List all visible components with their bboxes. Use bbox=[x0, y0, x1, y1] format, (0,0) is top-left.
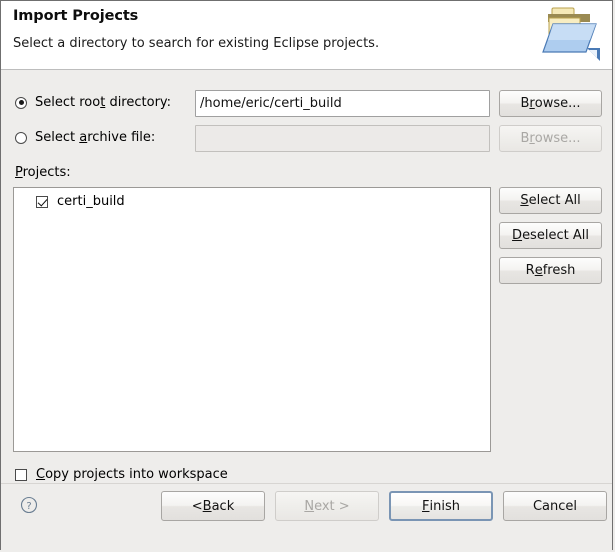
dialog-footer: ? < Back Next > Finish Cancel bbox=[1, 483, 612, 550]
page-title: Import Projects bbox=[13, 8, 138, 24]
projects-side-buttons: Select All Deselect All Refresh bbox=[499, 187, 602, 292]
radio-select-root-directory[interactable]: Select root directory: bbox=[15, 95, 171, 110]
svg-text:?: ? bbox=[26, 501, 31, 512]
root-directory-row: Select root directory: Browse... bbox=[1, 90, 612, 120]
projects-label: Projects: bbox=[15, 165, 71, 180]
select-all-button[interactable]: Select All bbox=[499, 187, 602, 214]
back-button[interactable]: < Back bbox=[161, 491, 265, 521]
copy-projects-checkbox-indicator[interactable] bbox=[15, 469, 27, 481]
radio-select-archive-file[interactable]: Select archive file: bbox=[15, 130, 155, 145]
list-item-label: certi_build bbox=[57, 194, 125, 209]
radio-select-root-directory-label: Select root directory: bbox=[35, 95, 171, 110]
radio-button-indicator[interactable] bbox=[15, 97, 27, 109]
browse-archive-file-button[interactable]: Browse... bbox=[499, 125, 602, 152]
archive-file-input[interactable] bbox=[195, 125, 490, 152]
next-button[interactable]: Next > bbox=[275, 491, 379, 521]
finish-button[interactable]: Finish bbox=[389, 491, 493, 521]
refresh-button[interactable]: Refresh bbox=[499, 257, 602, 284]
projects-list[interactable]: certi_build bbox=[13, 187, 491, 452]
wizard-navigation-buttons: < Back Next > Finish Cancel bbox=[161, 491, 607, 521]
open-folder-import-icon bbox=[540, 4, 604, 64]
list-item-checkbox[interactable] bbox=[36, 196, 48, 208]
list-item[interactable]: certi_build bbox=[14, 188, 490, 209]
copy-projects-label: Copy projects into workspace bbox=[36, 467, 228, 482]
browse-root-directory-button[interactable]: Browse... bbox=[499, 90, 602, 117]
dialog-header: Import Projects Select a directory to se… bbox=[1, 1, 612, 70]
dialog-body: Select root directory: Browse... Select … bbox=[1, 70, 612, 483]
page-description: Select a directory to search for existin… bbox=[13, 36, 379, 51]
import-projects-dialog: Import Projects Select a directory to se… bbox=[0, 0, 613, 550]
archive-file-row: Select archive file: Browse... bbox=[1, 125, 612, 155]
copy-projects-checkbox[interactable]: Copy projects into workspace bbox=[15, 467, 228, 482]
root-directory-input[interactable] bbox=[195, 90, 490, 117]
radio-select-archive-file-label: Select archive file: bbox=[35, 130, 155, 145]
cancel-button[interactable]: Cancel bbox=[503, 491, 607, 521]
radio-button-indicator[interactable] bbox=[15, 132, 27, 144]
help-question-icon[interactable]: ? bbox=[20, 496, 38, 514]
deselect-all-button[interactable]: Deselect All bbox=[499, 222, 602, 249]
